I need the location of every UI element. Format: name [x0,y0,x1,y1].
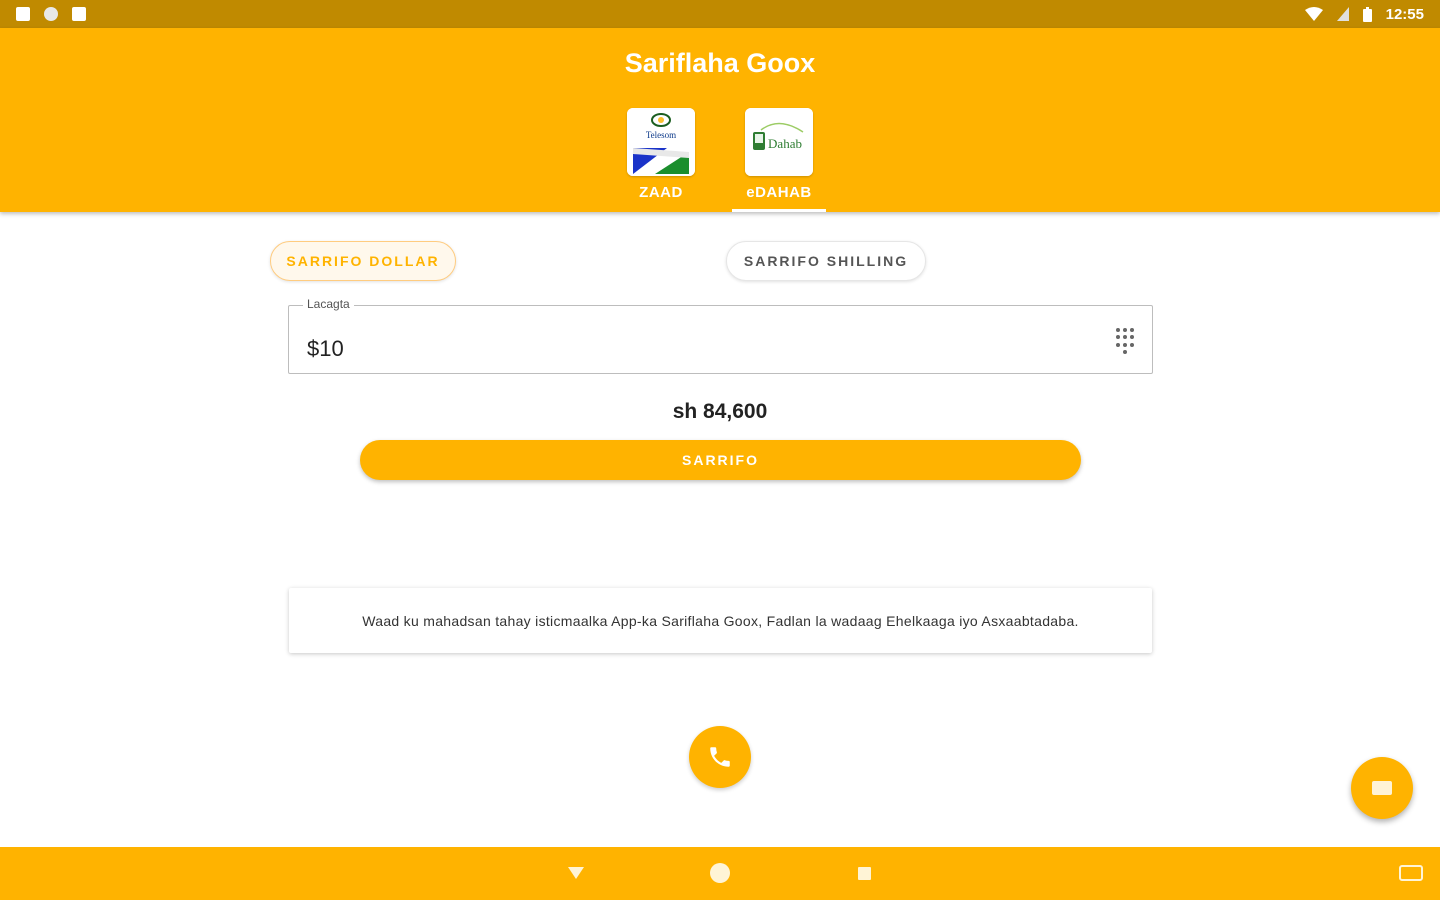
conversion-result: sh 84,600 [672,400,768,423]
battery-icon [1362,6,1372,22]
status-bar: 12:55 [0,0,1440,28]
phone-icon [710,747,730,767]
tab-edahab-label: eDAHAB [746,184,812,201]
provider-tabs: Telesom ZAAD Dahab eDAHAB [0,108,1440,212]
amount-field[interactable]: Lacagta $10 [288,297,1153,374]
zaad-logo: Telesom [627,108,695,176]
wifi-icon [1304,7,1323,21]
amount-field-label: Lacagta [303,297,354,311]
home-icon[interactable] [710,863,730,883]
active-tab-indicator [732,209,826,212]
cellular-icon [1336,7,1349,21]
call-button[interactable] [689,726,751,788]
chat-button[interactable] [1351,757,1413,819]
sarrifo-dollar-button[interactable]: SARRIFO DOLLAR [270,241,456,281]
keyboard-icon[interactable] [1399,865,1423,881]
clock: 12:55 [1385,5,1424,23]
app-header: Sariflaha Goox Telesom ZAAD Dahab eDAHAB [0,28,1440,212]
amount-input[interactable]: $10 [307,336,344,362]
edahab-logo: Dahab [745,108,813,176]
chat-icon [1372,781,1392,795]
zaad-logo-text: Telesom [646,130,676,140]
thank-you-message: Waad ku mahadsan tahay isticmaalka App-k… [362,612,1079,629]
notification-icon [16,7,30,21]
thank-you-card: Waad ku mahadsan tahay isticmaalka App-k… [289,588,1152,653]
system-nav-bar [0,847,1440,900]
sd-card-icon [72,7,86,21]
dialpad-icon[interactable] [1116,328,1134,354]
sync-icon [44,7,58,21]
tab-edahab[interactable]: Dahab eDAHAB [732,108,826,212]
status-bar-right: 12:55 [1304,5,1424,23]
status-bar-left [16,7,86,21]
tab-zaad-label: ZAAD [639,184,683,201]
sarrifo-shilling-button[interactable]: SARRIFO SHILLING [726,241,926,281]
sarrifo-button[interactable]: SARRIFO [360,440,1081,480]
app-title: Sariflaha Goox [624,48,816,78]
tab-zaad[interactable]: Telesom ZAAD [614,108,708,212]
back-icon[interactable] [568,867,584,879]
recent-apps-icon[interactable] [858,867,871,880]
edahab-logo-text: Dahab [768,136,802,151]
